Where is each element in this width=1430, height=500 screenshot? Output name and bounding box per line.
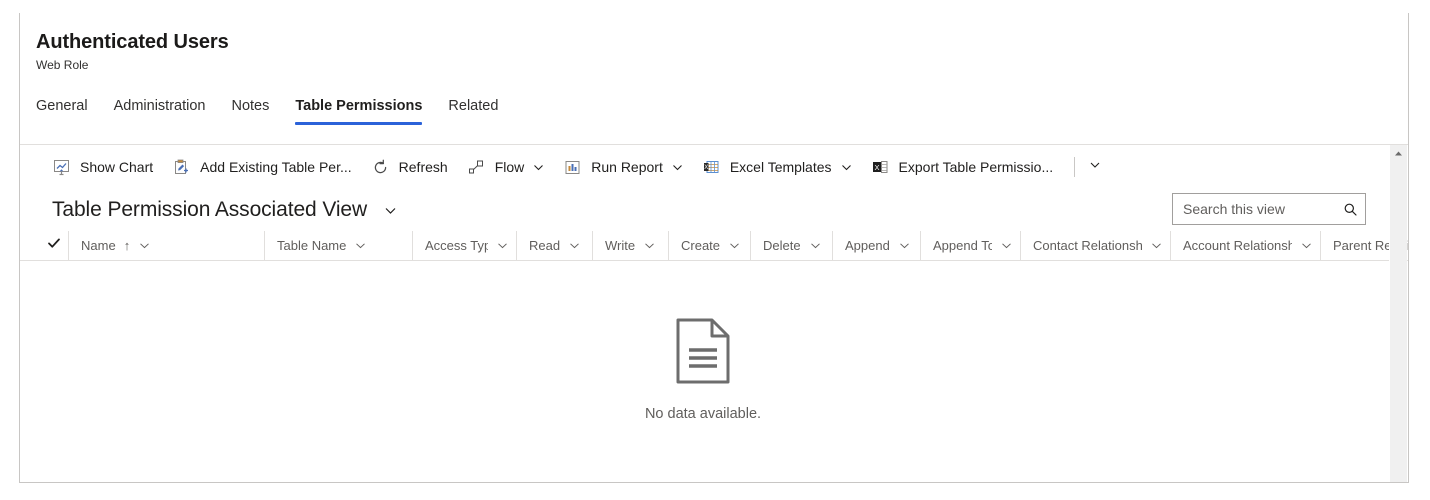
chevron-down-icon <box>1089 158 1101 176</box>
svg-text:X: X <box>704 165 708 171</box>
record-type-label: Web Role <box>36 58 89 72</box>
column-header-name-label: Name <box>81 237 116 253</box>
grid-column-headers: Name ↑ Table Name Access Type <box>20 231 1408 261</box>
empty-document-icon <box>675 317 731 390</box>
column-header-contact-relationship-label: Contact Relationship <box>1033 237 1142 253</box>
column-header-delete[interactable]: Delete <box>750 231 832 260</box>
flow-icon <box>468 159 485 176</box>
flow-label: Flow <box>494 159 525 175</box>
column-header-create-label: Create <box>681 237 721 253</box>
tab-general[interactable]: General <box>36 96 88 125</box>
column-header-create[interactable]: Create <box>668 231 750 260</box>
column-header-append[interactable]: Append <box>832 231 920 260</box>
column-header-account-relationship[interactable]: Account Relationship <box>1170 231 1320 260</box>
tab-table-permissions[interactable]: Table Permissions <box>295 96 423 125</box>
page-title: Authenticated Users <box>36 31 229 53</box>
tab-notes-label: Notes <box>231 98 270 114</box>
triangle-up-icon <box>1395 151 1402 156</box>
column-header-account-relationship-label: Account Relationship <box>1183 237 1292 253</box>
form-tab-strip: General Administration Notes Table Permi… <box>20 95 1408 125</box>
chevron-down-icon[interactable] <box>355 240 366 251</box>
tab-related[interactable]: Related <box>448 96 498 125</box>
chevron-down-icon[interactable] <box>139 240 150 251</box>
chevron-down-icon[interactable] <box>1301 240 1312 251</box>
column-header-read[interactable]: Read <box>516 231 592 260</box>
chevron-down-icon <box>533 162 544 173</box>
column-header-read-label: Read <box>529 237 561 253</box>
column-header-table-name-label: Table Name <box>277 237 347 253</box>
checkmark-icon <box>47 236 61 255</box>
show-chart-button[interactable]: Show Chart <box>46 152 160 182</box>
tab-administration[interactable]: Administration <box>114 96 206 125</box>
flow-button[interactable]: Flow <box>461 152 552 182</box>
tab-general-label: General <box>36 98 88 114</box>
chevron-down-icon[interactable] <box>729 240 740 251</box>
excel-templates-label: Excel Templates <box>729 159 832 175</box>
run-report-label: Run Report <box>591 159 663 175</box>
command-bar-divider <box>1074 157 1076 177</box>
column-header-append-to-label: Append To <box>933 237 992 253</box>
svg-text:X: X <box>874 163 879 172</box>
chevron-down-icon <box>841 162 852 173</box>
excel-templates-icon: X <box>703 159 720 176</box>
chevron-down-icon[interactable] <box>899 240 910 251</box>
run-report-button[interactable]: Run Report <box>557 152 690 182</box>
chevron-down-icon <box>672 162 683 173</box>
export-table-permissions-label: Export Table Permissio... <box>898 159 1054 175</box>
empty-state-text: No data available. <box>644 405 762 422</box>
add-existing-icon <box>173 159 190 176</box>
tab-administration-label: Administration <box>113 98 206 114</box>
subgrid-panel: Show Chart Add Existing Table Per... Ref… <box>20 144 1408 482</box>
export-table-permissions-button[interactable]: X Export Table Permissio... <box>865 152 1061 182</box>
command-bar-overflow-button[interactable] <box>1081 152 1109 182</box>
sort-ascending-icon: ↑ <box>123 237 131 253</box>
grid-body: No data available. <box>20 261 1408 479</box>
chevron-down-icon[interactable] <box>810 240 821 251</box>
chevron-down-icon[interactable] <box>644 240 655 251</box>
column-header-write-label: Write <box>605 237 636 253</box>
view-selector[interactable]: Table Permission Associated View <box>52 196 398 224</box>
refresh-icon <box>372 159 389 176</box>
column-header-append-label: Append <box>845 237 890 253</box>
show-chart-label: Show Chart <box>80 159 154 175</box>
view-row: Table Permission Associated View <box>20 189 1408 231</box>
column-header-write[interactable]: Write <box>592 231 668 260</box>
chevron-down-icon <box>383 203 398 218</box>
export-excel-icon: X <box>872 159 889 176</box>
column-header-access-type[interactable]: Access Type <box>412 231 516 260</box>
form-page: Authenticated Users Web Role General Adm… <box>0 0 1430 500</box>
column-header-delete-label: Delete <box>763 237 801 253</box>
tab-related-label: Related <box>448 98 499 114</box>
vertical-scrollbar[interactable] <box>1389 145 1407 482</box>
search-input[interactable] <box>1173 194 1335 224</box>
refresh-label: Refresh <box>398 159 448 175</box>
column-header-contact-relationship[interactable]: Contact Relationship <box>1020 231 1170 260</box>
search-box[interactable] <box>1172 193 1366 225</box>
web-role-form: Authenticated Users Web Role General Adm… <box>19 13 1409 483</box>
scroll-up-button[interactable] <box>1390 145 1407 162</box>
empty-state: No data available. <box>20 261 1386 479</box>
refresh-button[interactable]: Refresh <box>365 152 455 182</box>
column-header-table-name[interactable]: Table Name <box>264 231 412 260</box>
show-chart-icon <box>53 159 70 176</box>
chevron-down-icon[interactable] <box>1001 240 1012 251</box>
excel-templates-button[interactable]: X Excel Templates <box>696 152 859 182</box>
column-header-access-type-label: Access Type <box>425 237 488 253</box>
view-name-label: Table Permission Associated View <box>52 198 368 221</box>
add-existing-table-permission-button[interactable]: Add Existing Table Per... <box>166 152 359 182</box>
add-existing-label: Add Existing Table Per... <box>200 159 352 175</box>
tab-table-permissions-label: Table Permissions <box>295 98 423 114</box>
select-all-checkbox[interactable] <box>40 236 68 255</box>
chevron-down-icon[interactable] <box>497 240 508 251</box>
column-header-name[interactable]: Name ↑ <box>68 231 264 260</box>
form-header: Authenticated Users Web Role <box>20 13 1408 74</box>
tab-notes[interactable]: Notes <box>231 96 269 125</box>
chevron-down-icon[interactable] <box>569 240 580 251</box>
search-icon[interactable] <box>1335 194 1365 224</box>
command-bar: Show Chart Add Existing Table Per... Ref… <box>20 145 1408 189</box>
chevron-down-icon[interactable] <box>1151 240 1162 251</box>
run-report-icon <box>564 159 581 176</box>
column-header-append-to[interactable]: Append To <box>920 231 1020 260</box>
